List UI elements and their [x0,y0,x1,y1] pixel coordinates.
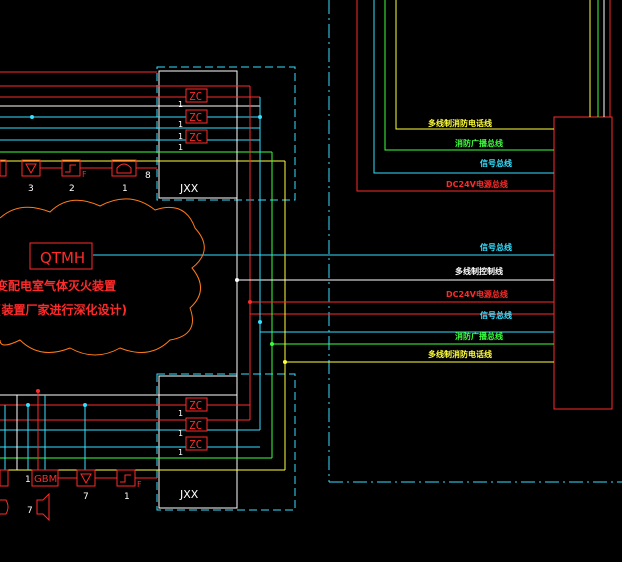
cloud-title: 变配电室气体灭火装置 [0,278,116,293]
bus-label-control: 多线制控制线 [455,266,503,276]
bus-label-signal-3: 信号总线 [480,310,512,320]
device-count: 2 [69,184,75,194]
bus-label-broadcast: 消防广播总线 [455,138,503,148]
device-partial [0,469,9,487]
device-count: 1 [124,492,130,502]
horn-icon [36,492,50,522]
zc-label: ZC [189,131,202,144]
bottom-box-bus-lines [0,394,285,471]
bus-label-signal: 信号总线 [480,158,512,168]
zc-label: ZC [189,111,202,124]
alarm-bell-icon [116,163,132,174]
zc-module: ZC [185,88,208,103]
device-gbm: GBM 1 [25,469,59,487]
riser-lines [236,86,554,470]
zc-module: ZC [185,417,208,432]
smoke-detector-icon [25,163,37,175]
heat-detector-icon [65,164,76,173]
fire-control-cabinet [553,116,613,410]
top-zc-modules: ZC ZC ZC 1 1 1 1 JXX [178,88,208,195]
zc-module: ZC [185,436,208,451]
module-count: 1 [178,448,183,457]
device-partial [0,159,7,177]
zc-module: ZC [185,109,208,124]
zc-label: ZC [189,90,202,103]
device-count: 1 [25,475,31,485]
bus-label-signal-2: 信号总线 [480,242,512,252]
module-count: 1 [178,429,183,438]
bottom-device-row: GBM 1 7 F 1 7 [0,469,157,522]
side-count: 7 [27,506,33,516]
heat-detector-icon [120,474,131,483]
device-bell: 1 [111,159,137,194]
device-heat: F 1 [116,469,142,502]
device-tag: F [82,170,87,179]
zc-label: ZC [189,438,202,451]
bus-label-phone: 多线制消防电话线 [428,118,492,128]
bottom-junction-box [156,373,296,511]
extra-count: 8 [145,171,151,181]
gbm-label: GBM [34,474,57,485]
bottom-box-label: JXX [179,488,199,501]
smoke-detector-icon [80,473,92,485]
module-count: 1 [178,143,183,152]
zc-label: ZC [189,399,202,412]
bus-label-dc24v-2: DC24V电源总线 [446,289,508,299]
equipment-room-boundary [328,0,622,483]
bus-label-broadcast-2: 消防广播总线 [455,331,503,341]
cad-drawing-canvas: 多线制消防电话线 消防广播总线 信号总线 DC24V电源总线 信号总线 多线制控… [0,0,622,562]
bus-label-phone-2: 多线制消防电话线 [428,349,492,359]
device-tag: F [137,480,142,489]
module-count: 1 [178,100,183,109]
top-device-row: 3 F 2 1 8 [0,159,157,194]
gas-extinguish-cloud [0,198,205,356]
device-smoke: 3 [21,159,41,194]
zc-label: ZC [189,419,202,432]
bottom-zc-modules: ZC ZC ZC 1 1 1 JXX [178,397,208,501]
cloud-subtitle: (装置厂家进行深化设计) [0,302,127,317]
zc-module: ZC [185,397,208,412]
zc-module: ZC [185,129,208,144]
module-count: 1 [178,120,183,129]
device-count: 1 [122,184,128,194]
strobe-icon [0,499,9,515]
module-count: 1 [178,132,183,141]
device-heat: F 2 [61,159,87,194]
device-count: 3 [28,184,34,194]
fire-alarm-system-diagram: 多线制消防电话线 消防广播总线 信号总线 DC24V电源总线 信号总线 多线制控… [0,0,622,522]
device-count: 7 [83,492,89,502]
module-count: 1 [178,409,183,418]
qtmh-tag: QTMH [40,249,85,267]
top-box-label: JXX [179,182,199,195]
top-box-bus-lines [0,71,285,162]
device-smoke: 7 [76,469,96,502]
lower-bus-label-group: 信号总线 多线制控制线 DC24V电源总线 信号总线 消防广播总线 多线制消防电… [428,242,512,359]
bus-label-dc24v: DC24V电源总线 [446,179,508,189]
